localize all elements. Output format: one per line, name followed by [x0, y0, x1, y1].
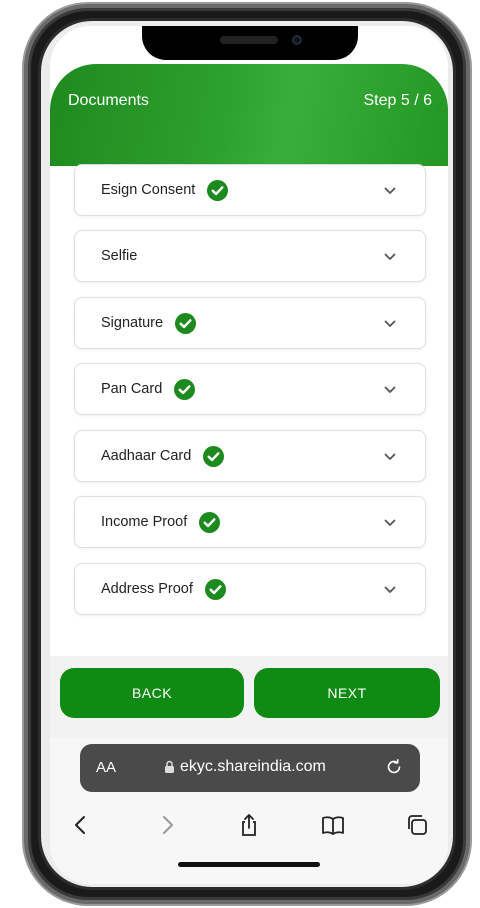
page-title: Documents — [68, 92, 149, 109]
document-label: Aadhaar Card — [101, 448, 192, 464]
browser-chrome: AA ekyc.shareindia.com — [50, 738, 448, 884]
document-label: Pan Card — [101, 381, 163, 397]
speaker-grille — [220, 36, 278, 44]
back-icon[interactable] — [68, 812, 94, 838]
tabs-icon[interactable] — [404, 812, 430, 838]
next-button[interactable]: NEXT — [254, 668, 440, 718]
phone-notch — [142, 26, 358, 60]
document-item-selfie[interactable]: Selfie — [74, 230, 426, 282]
home-indicator[interactable] — [178, 862, 320, 867]
document-label: Signature — [101, 315, 164, 331]
step-indicator: Step 5 / 6 — [363, 92, 433, 109]
document-label: Income Proof — [101, 514, 188, 530]
back-button[interactable]: BACK — [60, 668, 244, 718]
document-item-address-proof[interactable]: Address Proof — [74, 563, 426, 615]
document-item-signature[interactable]: Signature — [74, 297, 426, 349]
share-icon[interactable] — [236, 812, 262, 838]
check-circle-icon — [203, 445, 225, 467]
text-size-button[interactable]: AA — [96, 759, 116, 776]
chevron-down-icon[interactable] — [383, 583, 397, 597]
check-circle-icon — [207, 179, 229, 201]
check-circle-icon — [204, 578, 226, 600]
check-circle-icon — [174, 378, 196, 400]
bookmarks-icon[interactable] — [320, 812, 346, 838]
url-text[interactable]: ekyc.shareindia.com — [180, 758, 326, 776]
reload-icon[interactable] — [384, 757, 404, 777]
check-circle-icon — [199, 511, 221, 533]
chevron-down-icon[interactable] — [383, 250, 397, 264]
document-item-esign-consent[interactable]: Esign Consent — [74, 164, 426, 216]
document-label: Address Proof — [101, 581, 193, 597]
chevron-down-icon[interactable] — [383, 516, 397, 530]
page-header — [50, 64, 448, 166]
forward-icon[interactable] — [154, 812, 180, 838]
front-camera — [292, 35, 302, 45]
chevron-down-icon[interactable] — [383, 184, 397, 198]
document-item-aadhaar-card[interactable]: Aadhaar Card — [74, 430, 426, 482]
chevron-down-icon[interactable] — [383, 317, 397, 331]
phone-screen: Documents Step 5 / 6 Esign Consent Selfi… — [50, 26, 448, 884]
address-bar[interactable]: AA ekyc.shareindia.com — [80, 744, 420, 792]
action-bar: BACK NEXT — [50, 656, 448, 738]
chevron-down-icon[interactable] — [383, 383, 397, 397]
check-circle-icon — [175, 312, 197, 334]
document-item-pan-card[interactable]: Pan Card — [74, 363, 426, 415]
browser-toolbar — [50, 804, 448, 844]
lock-icon — [165, 760, 174, 773]
document-label: Esign Consent — [101, 182, 196, 198]
chevron-down-icon[interactable] — [383, 450, 397, 464]
document-item-income-proof[interactable]: Income Proof — [74, 496, 426, 548]
document-label: Selfie — [101, 248, 138, 264]
